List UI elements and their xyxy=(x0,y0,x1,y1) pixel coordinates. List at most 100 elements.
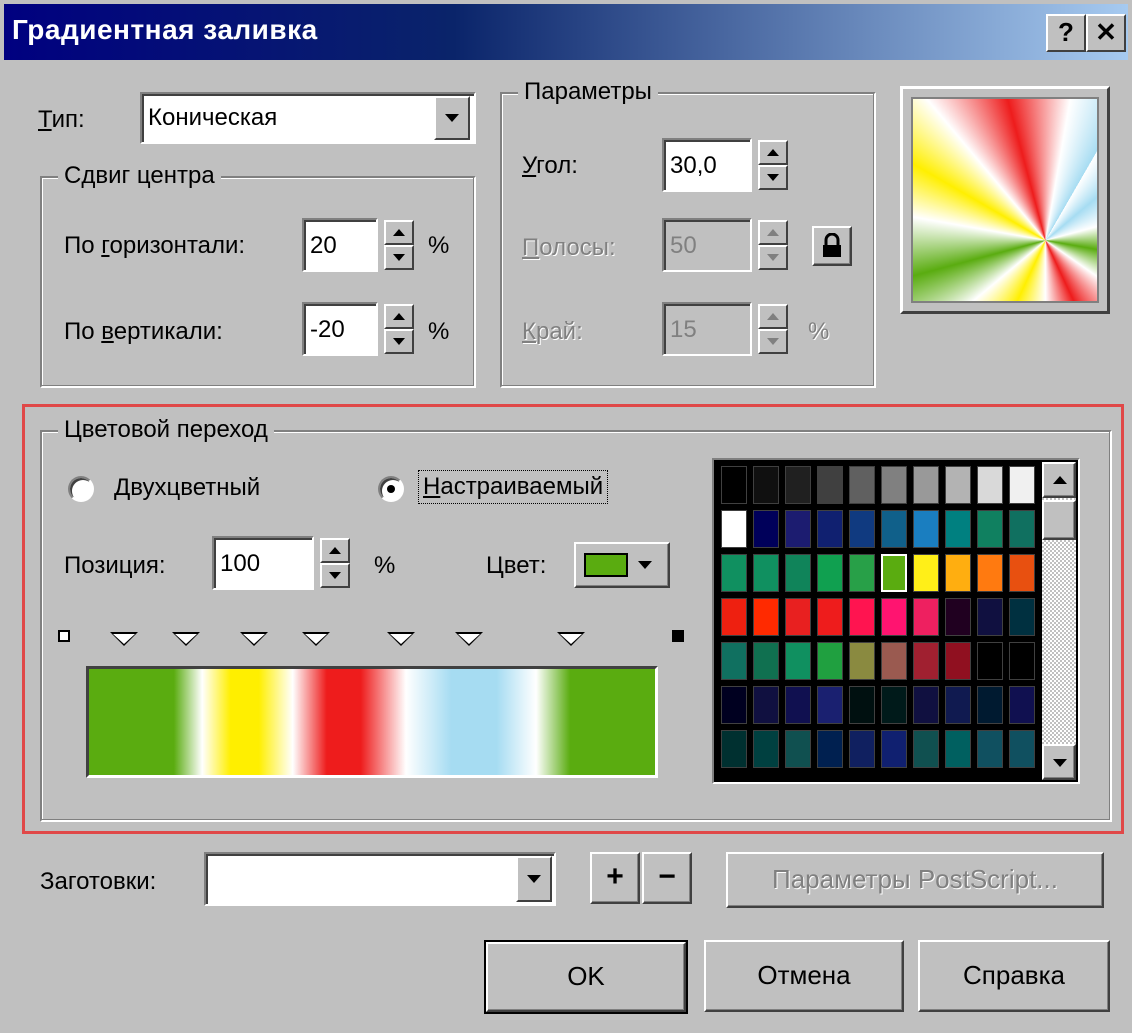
palette-swatch[interactable] xyxy=(977,686,1003,724)
help-title-button[interactable]: ? xyxy=(1046,14,1086,52)
palette-swatch[interactable] xyxy=(945,554,971,592)
palette-swatch[interactable] xyxy=(881,642,907,680)
gradient-bar[interactable] xyxy=(86,666,658,778)
type-dropdown-button[interactable] xyxy=(434,96,470,140)
palette-swatch[interactable] xyxy=(945,686,971,724)
palette-swatch[interactable] xyxy=(817,730,843,768)
palette-swatch[interactable] xyxy=(1009,554,1035,592)
spin-up-icon[interactable] xyxy=(320,538,350,563)
title-bar[interactable]: Градиентная заливка ? ✕ xyxy=(4,4,1128,60)
scroll-up-button[interactable] xyxy=(1042,462,1076,498)
gradient-marker[interactable] xyxy=(557,632,586,646)
palette-swatch[interactable] xyxy=(913,686,939,724)
help-button[interactable]: Справка xyxy=(918,940,1110,1012)
palette-swatch[interactable] xyxy=(785,642,811,680)
gradient-marker[interactable] xyxy=(302,632,331,646)
palette-swatch[interactable] xyxy=(753,642,779,680)
position-spinner[interactable] xyxy=(320,538,350,588)
type-select[interactable]: Коническая xyxy=(140,92,476,144)
spin-down-icon[interactable] xyxy=(320,563,350,588)
gradient-marker[interactable] xyxy=(109,632,138,646)
presets-dropdown-button[interactable] xyxy=(516,856,552,902)
palette-swatch[interactable] xyxy=(849,642,875,680)
end-marker[interactable] xyxy=(672,630,684,642)
palette-swatch[interactable] xyxy=(881,510,907,548)
palette-swatch[interactable] xyxy=(817,642,843,680)
palette-swatch[interactable] xyxy=(785,554,811,592)
palette-swatch[interactable] xyxy=(1009,466,1035,504)
palette-swatch[interactable] xyxy=(785,466,811,504)
palette-swatch[interactable] xyxy=(817,466,843,504)
position-input[interactable]: 100 xyxy=(212,536,314,590)
spin-down-icon[interactable] xyxy=(384,329,414,354)
palette-swatch[interactable] xyxy=(878,551,910,595)
palette-scrollbar[interactable] xyxy=(1042,462,1076,780)
palette-swatch[interactable] xyxy=(913,510,939,548)
color-picker-button[interactable] xyxy=(574,542,670,588)
gradient-marker[interactable] xyxy=(172,632,201,646)
palette-swatch[interactable] xyxy=(849,686,875,724)
angle-input[interactable]: 30,0 xyxy=(662,138,752,192)
palette-swatch[interactable] xyxy=(785,598,811,636)
palette-swatch[interactable] xyxy=(1009,510,1035,548)
palette-swatch[interactable] xyxy=(849,510,875,548)
palette-swatch[interactable] xyxy=(785,510,811,548)
presets-input[interactable] xyxy=(204,852,556,906)
close-button[interactable]: ✕ xyxy=(1086,14,1126,52)
palette-swatch[interactable] xyxy=(977,598,1003,636)
spin-up-icon[interactable] xyxy=(758,140,788,165)
palette-swatch[interactable] xyxy=(913,466,939,504)
palette-swatch[interactable] xyxy=(753,510,779,548)
palette-swatch[interactable] xyxy=(721,510,747,548)
palette-swatch[interactable] xyxy=(1009,642,1035,680)
palette-swatch[interactable] xyxy=(945,642,971,680)
palette-swatch[interactable] xyxy=(785,730,811,768)
gradient-marker[interactable] xyxy=(240,632,269,646)
palette-swatch[interactable] xyxy=(977,554,1003,592)
ok-button[interactable]: OK xyxy=(484,940,688,1014)
remove-preset-button[interactable]: − xyxy=(642,852,692,904)
palette-swatch[interactable] xyxy=(881,466,907,504)
palette-swatch[interactable] xyxy=(721,554,747,592)
cancel-button[interactable]: Отмена xyxy=(704,940,904,1012)
palette-swatch[interactable] xyxy=(977,642,1003,680)
palette-swatch[interactable] xyxy=(721,642,747,680)
palette-swatch[interactable] xyxy=(1009,730,1035,768)
palette-swatch[interactable] xyxy=(721,730,747,768)
palette-swatch[interactable] xyxy=(785,686,811,724)
custom-radio[interactable] xyxy=(378,476,404,502)
horizontal-spinner[interactable] xyxy=(384,220,414,270)
palette-swatch[interactable] xyxy=(881,598,907,636)
palette-swatch[interactable] xyxy=(817,686,843,724)
palette-swatch[interactable] xyxy=(849,554,875,592)
palette-swatch[interactable] xyxy=(753,598,779,636)
spin-up-icon[interactable] xyxy=(384,220,414,245)
angle-spinner[interactable] xyxy=(758,140,788,190)
palette-swatch[interactable] xyxy=(753,466,779,504)
palette-swatch[interactable] xyxy=(753,554,779,592)
palette-swatch[interactable] xyxy=(849,730,875,768)
custom-label[interactable]: Настраиваемый xyxy=(418,470,609,504)
two-color-radio[interactable] xyxy=(68,476,94,502)
palette-swatch[interactable] xyxy=(913,730,939,768)
palette-swatch[interactable] xyxy=(721,686,747,724)
scroll-thumb[interactable] xyxy=(1042,500,1076,540)
palette-swatch[interactable] xyxy=(753,730,779,768)
add-preset-button[interactable]: + xyxy=(590,852,640,904)
palette-swatch[interactable] xyxy=(817,598,843,636)
palette-swatch[interactable] xyxy=(945,730,971,768)
palette-swatch[interactable] xyxy=(977,510,1003,548)
palette-swatch[interactable] xyxy=(913,598,939,636)
start-marker[interactable] xyxy=(58,630,70,642)
palette-swatch[interactable] xyxy=(1009,598,1035,636)
palette-swatch[interactable] xyxy=(977,466,1003,504)
two-color-label[interactable]: Двухцветный xyxy=(114,474,260,502)
palette-swatch[interactable] xyxy=(817,510,843,548)
palette-swatch[interactable] xyxy=(817,554,843,592)
palette-swatch[interactable] xyxy=(945,598,971,636)
vertical-spinner[interactable] xyxy=(384,304,414,354)
vertical-input[interactable]: -20 xyxy=(302,302,378,356)
palette-swatch[interactable] xyxy=(945,466,971,504)
palette-swatch[interactable] xyxy=(753,686,779,724)
palette-swatch[interactable] xyxy=(881,686,907,724)
